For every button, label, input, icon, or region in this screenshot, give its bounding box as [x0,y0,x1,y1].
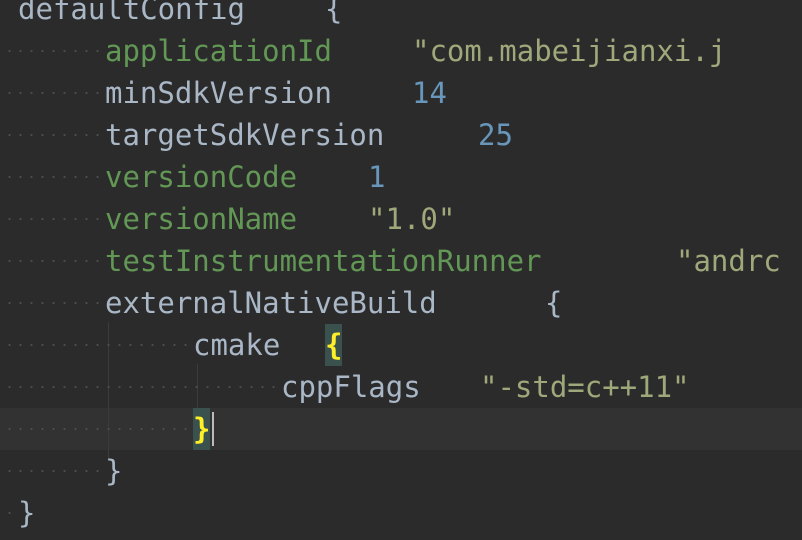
property-key: testInstrumentationRunner [105,244,542,278]
property-value: 14 [412,76,447,110]
code-line[interactable]: } [0,492,802,534]
whitespace-dots [4,260,102,262]
whitespace-dots [4,302,102,304]
code-line[interactable]: targetSdkVersion 25 [0,114,802,156]
whitespace-dots [4,50,102,52]
code-line[interactable]: externalNativeBuild { [0,282,802,324]
code-line[interactable]: cppFlags "-std=c++11" [0,366,802,408]
code-line[interactable]: defaultConfig { [0,0,802,30]
whitespace-dots [4,218,102,220]
matched-open-brace: { [325,324,343,366]
block-name: defaultConfig [18,0,245,26]
property-key: cppFlags [281,370,421,404]
text-caret [212,412,214,446]
property-value: "com.mabeijianxi.j [412,34,727,68]
code-editor[interactable]: defaultConfig { applicationId "com.mabei… [0,0,802,540]
property-key: applicationId [105,34,332,68]
open-brace: { [325,0,343,26]
property-value: 25 [478,118,513,152]
whitespace-dots [4,512,14,514]
whitespace-dots [4,92,102,94]
close-brace: } [105,454,123,488]
whitespace-dots [4,134,102,136]
code-line[interactable]: testInstrumentationRunner "andrc [0,240,802,282]
code-line[interactable]: applicationId "com.mabeijianxi.j [0,30,802,72]
code-line[interactable]: } [0,450,802,492]
whitespace-dots [4,176,102,178]
property-key: minSdkVersion [105,76,332,110]
property-value: "1.0" [368,202,456,236]
whitespace-dots [4,386,278,388]
code-line[interactable]: versionCode 1 [0,156,802,198]
whitespace-dots [4,428,190,430]
code-line[interactable]: versionName "1.0" [0,198,802,240]
code-line[interactable]: cmake { [0,324,802,366]
code-line[interactable]: } [0,408,802,450]
property-value: "andrc [676,244,781,278]
block-name: cmake [193,328,281,362]
close-brace: } [18,496,36,530]
property-key: versionName [105,202,298,236]
block-name: externalNativeBuild [105,286,437,320]
property-key: targetSdkVersion [105,118,385,152]
property-value: 1 [368,160,386,194]
matched-close-brace: } [193,408,211,450]
open-brace: { [545,286,563,320]
whitespace-dots [4,470,102,472]
property-value: "-std=c++11" [480,370,690,404]
whitespace-dots [4,344,190,346]
code-line[interactable]: minSdkVersion 14 [0,72,802,114]
property-key: versionCode [105,160,298,194]
